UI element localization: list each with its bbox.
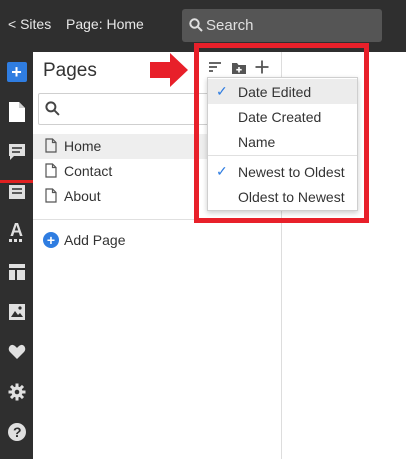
svg-text:A: A: [10, 221, 23, 240]
layout-button[interactable]: [0, 254, 33, 290]
comment-icon: [8, 144, 25, 160]
page-icon: [8, 102, 25, 122]
annotation-arrow-icon: [150, 53, 188, 87]
typography-icon: A: [8, 221, 23, 242]
search-icon: [189, 18, 203, 32]
current-page-label[interactable]: Page: Home: [66, 16, 144, 32]
heart-icon: [8, 344, 25, 359]
search-placeholder: Search: [206, 17, 254, 34]
add-element-button[interactable]: +: [0, 54, 33, 90]
annotation-highlight-box: [194, 43, 369, 223]
page-name: Contact: [64, 163, 113, 179]
svg-text:?: ?: [13, 424, 22, 440]
settings-button[interactable]: [0, 374, 33, 410]
add-page-label: Add Page: [64, 232, 126, 248]
page-name: About: [64, 188, 101, 204]
media-button[interactable]: [0, 294, 33, 330]
panel-title: Pages: [43, 60, 97, 81]
typography-button[interactable]: A: [0, 214, 33, 250]
pages-button[interactable]: [0, 94, 33, 130]
text-block-icon: [8, 185, 25, 199]
gear-icon: [8, 383, 25, 401]
active-tab-indicator: [0, 180, 33, 183]
page-name: Home: [64, 138, 102, 154]
plus-icon: +: [6, 62, 27, 82]
search-icon: [45, 101, 60, 116]
left-icon-rail: + A ?: [0, 52, 33, 459]
image-icon: [8, 304, 25, 320]
document-icon: [45, 138, 57, 153]
favorites-button[interactable]: [0, 334, 33, 370]
document-icon: [45, 188, 57, 203]
help-icon: ?: [7, 423, 26, 441]
search-input[interactable]: Search: [182, 9, 382, 42]
help-button[interactable]: ?: [0, 414, 33, 450]
layout-icon: [8, 264, 25, 280]
comments-button[interactable]: [0, 134, 33, 170]
add-page-button[interactable]: + Add Page: [43, 230, 163, 250]
document-icon: [45, 163, 57, 178]
back-to-sites-link[interactable]: < Sites: [8, 16, 51, 32]
plus-circle-icon: +: [43, 232, 59, 248]
